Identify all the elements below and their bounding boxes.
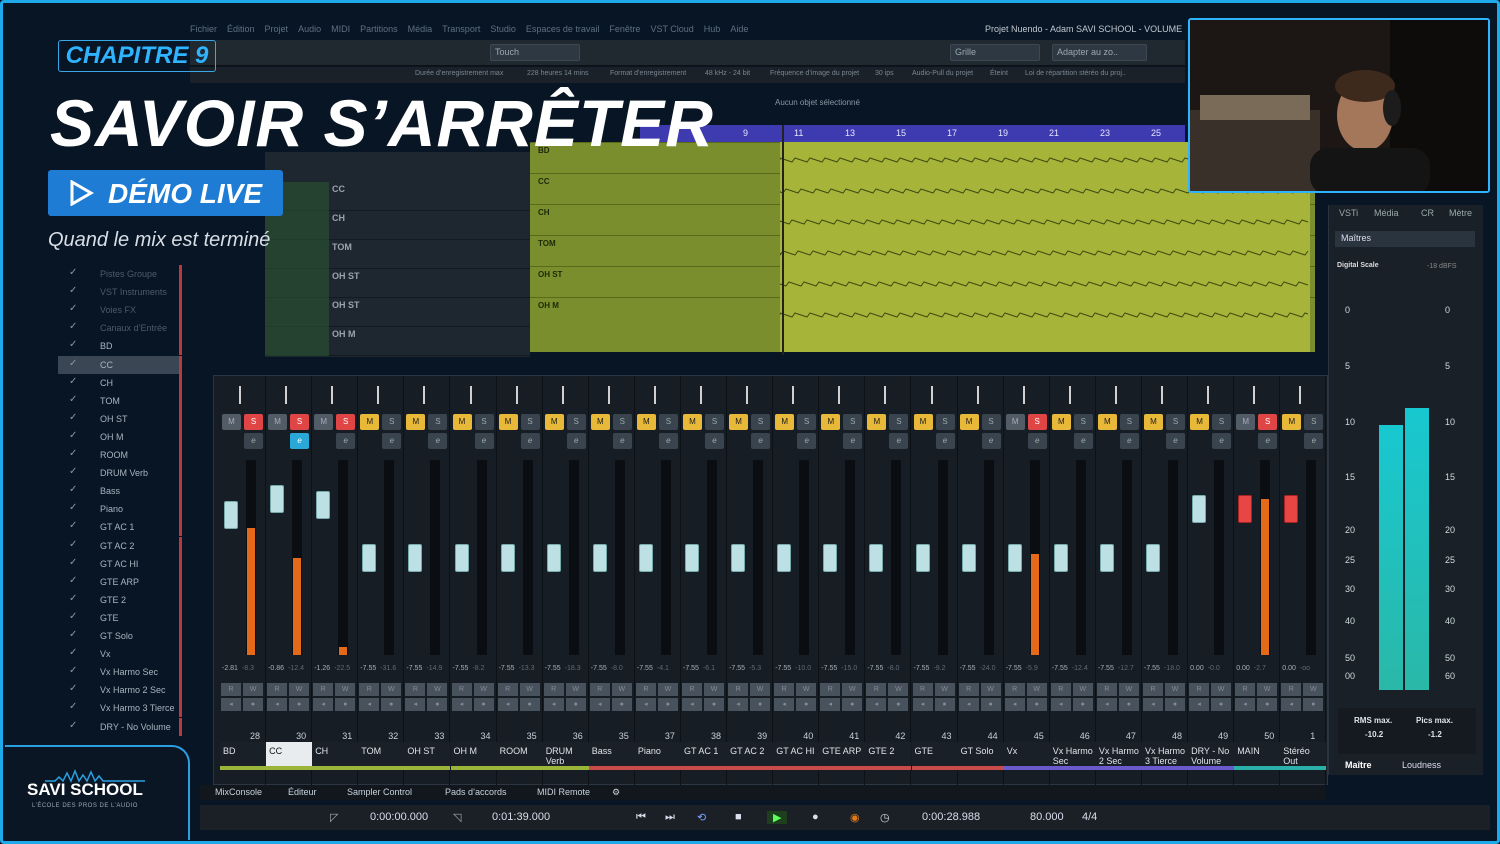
video-frame: [0, 0, 1500, 844]
